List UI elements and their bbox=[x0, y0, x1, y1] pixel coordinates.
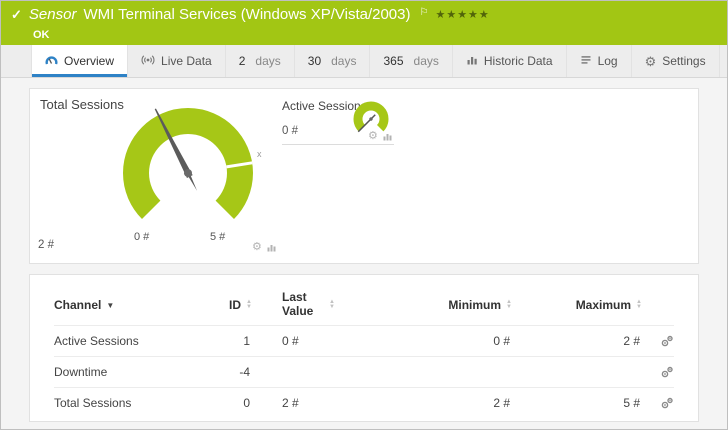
tab-day-count: 365 bbox=[383, 54, 403, 68]
dropdown-caret-icon[interactable]: ▼ bbox=[106, 301, 114, 310]
sensor-title: WMI Terminal Services (Windows XP/Vista/… bbox=[83, 6, 410, 23]
gauge-tab-icon bbox=[45, 54, 58, 69]
column-header-maximum[interactable]: Maximum ▲▼ bbox=[512, 298, 642, 312]
channel-name: Downtime bbox=[54, 365, 194, 379]
column-label: Maximum bbox=[576, 298, 631, 312]
status-row: OK bbox=[11, 25, 717, 43]
table-row: Downtime -4 bbox=[54, 356, 674, 387]
column-header-channel[interactable]: Channel ▼ bbox=[54, 298, 194, 312]
table-header-row: Channel ▼ ID ▲▼ Last Value ▲▼ Minimum ▲▼… bbox=[54, 285, 674, 325]
gauge-graph-icon[interactable] bbox=[267, 243, 276, 252]
column-label: ID bbox=[229, 298, 241, 312]
priority-stars[interactable]: ★★★★★ bbox=[435, 8, 489, 21]
tab-label: Historic Data bbox=[484, 54, 553, 68]
sort-icon[interactable]: ▲▼ bbox=[636, 300, 642, 310]
channel-name: Total Sessions bbox=[54, 396, 194, 410]
tab-historic-data[interactable]: Historic Data bbox=[453, 45, 567, 77]
status-check-icon: ✓ bbox=[11, 7, 22, 23]
channel-name: Active Sessions bbox=[54, 334, 194, 348]
total-sessions-current-value: 2 # bbox=[38, 239, 54, 251]
channel-settings-icon[interactable] bbox=[660, 365, 674, 379]
main-content: Total Sessions 0 # 5 # x 2 # ⚙ bbox=[1, 78, 727, 422]
column-label: Last Value bbox=[282, 291, 324, 319]
column-header-minimum[interactable]: Minimum ▲▼ bbox=[372, 298, 512, 312]
channel-minimum: 2 # bbox=[372, 396, 512, 410]
gauge-scale-note: x bbox=[257, 149, 262, 159]
tab-label: Settings bbox=[662, 54, 705, 68]
tab-day-count: 2 bbox=[239, 54, 246, 68]
total-gauge-controls: ⚙ bbox=[252, 242, 276, 253]
gear-icon: ⚙ bbox=[645, 55, 657, 68]
status-badge: OK bbox=[33, 29, 50, 41]
sort-icon[interactable]: ▲▼ bbox=[329, 300, 335, 310]
channels-panel: Channel ▼ ID ▲▼ Last Value ▲▼ Minimum ▲▼… bbox=[29, 274, 699, 422]
column-label: Minimum bbox=[448, 298, 501, 312]
column-header-id[interactable]: ID ▲▼ bbox=[194, 298, 252, 312]
channel-id: 0 bbox=[194, 396, 252, 410]
tab-overview[interactable]: Overview bbox=[31, 45, 128, 77]
channel-settings-icon[interactable] bbox=[660, 334, 674, 348]
tab-day-unit: days bbox=[255, 54, 280, 68]
bar-chart-icon bbox=[466, 54, 478, 69]
live-data-icon bbox=[141, 54, 155, 69]
sensor-header-row: ✓ Sensor WMI Terminal Services (Windows … bbox=[11, 6, 717, 23]
tab-day-unit: days bbox=[414, 54, 439, 68]
tab-live-data[interactable]: Live Data bbox=[128, 45, 226, 77]
flag-icon[interactable]: ⚐ bbox=[420, 7, 429, 18]
gauge-max-label: 5 # bbox=[210, 231, 225, 243]
channel-id: 1 bbox=[194, 334, 252, 348]
tab-2-days[interactable]: 2 days bbox=[226, 45, 295, 77]
column-label: Channel bbox=[54, 298, 101, 312]
tab-day-count: 30 bbox=[308, 54, 321, 68]
channel-maximum: 2 # bbox=[512, 334, 642, 348]
gauges-panel: Total Sessions 0 # 5 # x 2 # ⚙ bbox=[29, 88, 699, 264]
sensor-header: ✓ Sensor WMI Terminal Services (Windows … bbox=[1, 1, 727, 45]
tab-label: Log bbox=[598, 54, 618, 68]
active-gauge-controls: ⚙ bbox=[368, 131, 392, 142]
tab-30-days[interactable]: 30 days bbox=[295, 45, 371, 77]
channel-id: -4 bbox=[194, 365, 252, 379]
channel-minimum: 0 # bbox=[372, 334, 512, 348]
gauge-settings-icon[interactable]: ⚙ bbox=[368, 131, 378, 142]
log-list-icon bbox=[580, 54, 592, 69]
column-header-last-value[interactable]: Last Value ▲▼ bbox=[252, 291, 372, 319]
tab-bar: Overview Live Data 2days 30days 365days … bbox=[1, 45, 727, 78]
divider bbox=[282, 144, 394, 145]
gauge-min-label: 0 # bbox=[134, 231, 149, 243]
tab-log[interactable]: Log bbox=[567, 45, 632, 77]
table-row: Total Sessions 0 2 # 2 # 5 # bbox=[54, 387, 674, 418]
gauge-graph-icon[interactable] bbox=[383, 132, 392, 141]
gauge-settings-icon[interactable]: ⚙ bbox=[252, 242, 262, 253]
channel-settings-icon[interactable] bbox=[660, 396, 674, 410]
object-kind-label: Sensor bbox=[29, 6, 77, 23]
table-row: Active Sessions 1 0 # 0 # 2 # bbox=[54, 325, 674, 356]
channel-last-value: 0 # bbox=[252, 334, 372, 348]
tab-settings[interactable]: ⚙ Settings bbox=[632, 45, 720, 77]
channel-last-value: 2 # bbox=[252, 396, 372, 410]
active-sessions-current-value: 0 # bbox=[282, 125, 298, 137]
tab-label: Overview bbox=[64, 54, 114, 68]
tab-day-unit: days bbox=[331, 54, 356, 68]
sensor-page: ✓ Sensor WMI Terminal Services (Windows … bbox=[0, 0, 728, 430]
total-sessions-gauge: 0 # 5 # x bbox=[98, 95, 278, 245]
channel-maximum: 5 # bbox=[512, 396, 642, 410]
tab-365-days[interactable]: 365 days bbox=[370, 45, 452, 77]
tab-label: Live Data bbox=[161, 54, 212, 68]
